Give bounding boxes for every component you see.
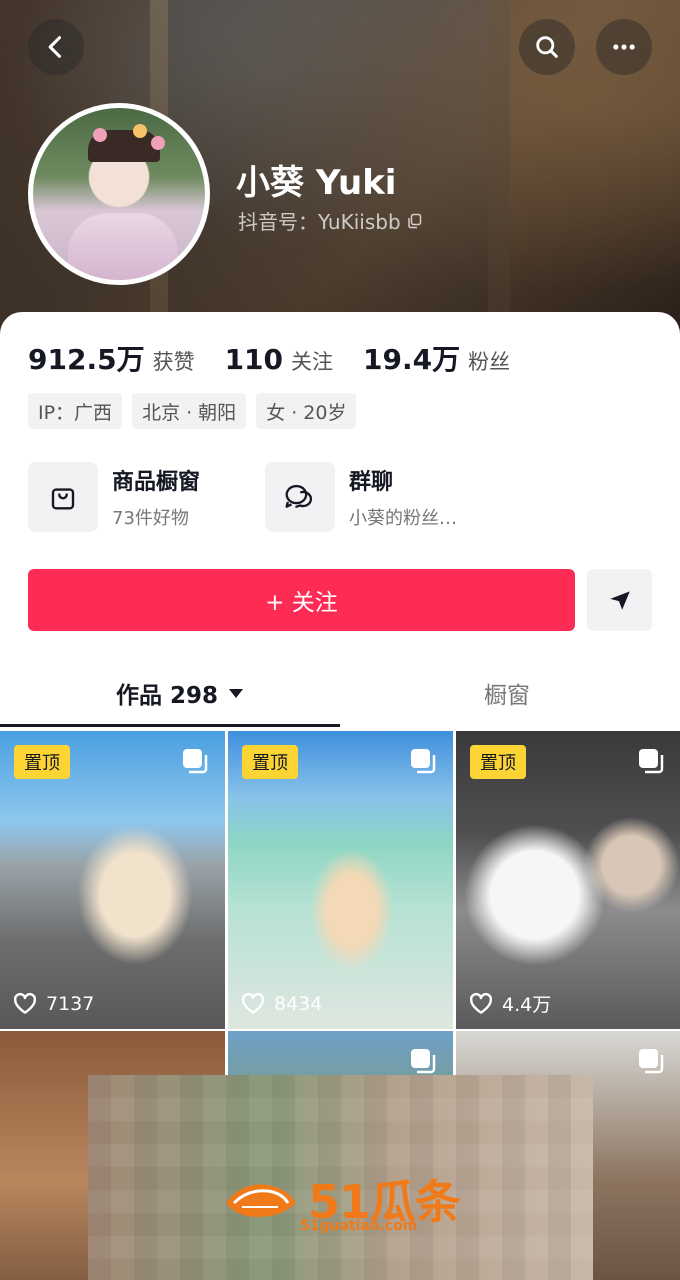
like-count-text: 7137 <box>46 993 95 1015</box>
stat-label: 获赞 <box>152 350 195 374</box>
stat-number: 110 <box>224 343 284 376</box>
tab-showcase[interactable]: 橱窗 <box>484 676 530 710</box>
send-icon <box>609 591 630 610</box>
douyin-id[interactable]: 抖音号：YuKiisbb <box>238 206 423 235</box>
more-dots-icon <box>613 44 635 50</box>
product-showcase-entry[interactable]: 商品橱窗 73件好物 <box>28 462 200 532</box>
stat-followers[interactable]: 19.4万 粉丝 <box>363 338 510 378</box>
video-tile[interactable]: 置顶 7137 <box>0 731 225 1029</box>
group-chat-entry[interactable]: 群聊 小葵的粉丝… <box>265 462 457 532</box>
multi-image-icon <box>411 1049 436 1074</box>
stat-following[interactable]: 110 关注 <box>225 343 333 376</box>
feature-title: 群聊 <box>349 470 394 495</box>
melon-logo-icon <box>226 1184 296 1217</box>
avatar-flower <box>151 136 165 150</box>
like-count-text: 8434 <box>274 993 323 1015</box>
avatar-flower <box>133 124 147 138</box>
multi-image-icon <box>639 1049 664 1074</box>
heart-icon <box>241 992 265 1014</box>
copy-icon[interactable] <box>407 213 423 229</box>
more-button[interactable] <box>596 19 652 75</box>
feature-subtitle: 小葵的粉丝… <box>349 508 457 529</box>
like-count: 7137 <box>12 991 94 1017</box>
caret-down-icon <box>229 689 244 698</box>
follow-button[interactable]: + 关注 <box>28 569 575 631</box>
avatar[interactable] <box>28 103 210 285</box>
pinned-badge: 置顶 <box>470 745 526 779</box>
multi-image-icon <box>411 749 436 774</box>
avatar-dress <box>68 213 178 280</box>
heart-icon <box>469 992 493 1014</box>
active-tab-indicator <box>0 724 340 727</box>
stat-likes[interactable]: 912.5万 获赞 <box>28 338 195 378</box>
search-button[interactable] <box>519 19 575 75</box>
avatar-flower <box>93 128 107 142</box>
tag-gender-age: 女 · 20岁 <box>256 393 357 429</box>
pinned-badge: 置顶 <box>242 745 298 779</box>
stat-label: 粉丝 <box>468 350 511 374</box>
like-count-text: 4.4万 <box>502 994 552 1016</box>
search-icon <box>536 36 558 58</box>
share-button[interactable] <box>587 569 652 631</box>
tag-location: 北京 · 朝阳 <box>132 393 247 429</box>
stat-number: 912.5万 <box>28 343 145 376</box>
video-tile[interactable]: 置顶 4.4万 <box>456 731 680 1029</box>
heart-icon <box>13 992 37 1014</box>
shopping-bag-icon <box>28 462 98 532</box>
multi-image-icon <box>639 749 664 774</box>
profile-name: 小葵 Yuki <box>236 163 397 203</box>
back-button[interactable] <box>28 19 84 75</box>
profile-tags: IP：广西 北京 · 朝阳 女 · 20岁 <box>28 393 357 429</box>
watermark-url: 51guatiao.com <box>300 1218 418 1234</box>
like-count: 4.4万 <box>468 990 551 1017</box>
multi-image-icon <box>183 749 208 774</box>
like-count: 8434 <box>240 991 322 1017</box>
tab-works[interactable]: 作品 298 <box>116 676 244 710</box>
profile-stats: 912.5万 获赞 110 关注 19.4万 粉丝 <box>28 338 540 378</box>
stat-number: 19.4万 <box>363 343 461 376</box>
tab-works-label: 作品 298 <box>116 683 219 709</box>
stat-label: 关注 <box>291 350 334 374</box>
tag-ip: IP：广西 <box>28 393 123 429</box>
feature-title: 商品橱窗 <box>112 470 201 495</box>
feature-subtitle: 73件好物 <box>112 508 189 529</box>
chat-bubbles-icon <box>265 462 335 532</box>
pinned-badge: 置顶 <box>14 745 70 779</box>
douyin-id-text: 抖音号：YuKiisbb <box>238 210 401 234</box>
video-tile[interactable]: 置顶 8434 <box>228 731 453 1029</box>
chevron-left-icon <box>48 36 62 58</box>
